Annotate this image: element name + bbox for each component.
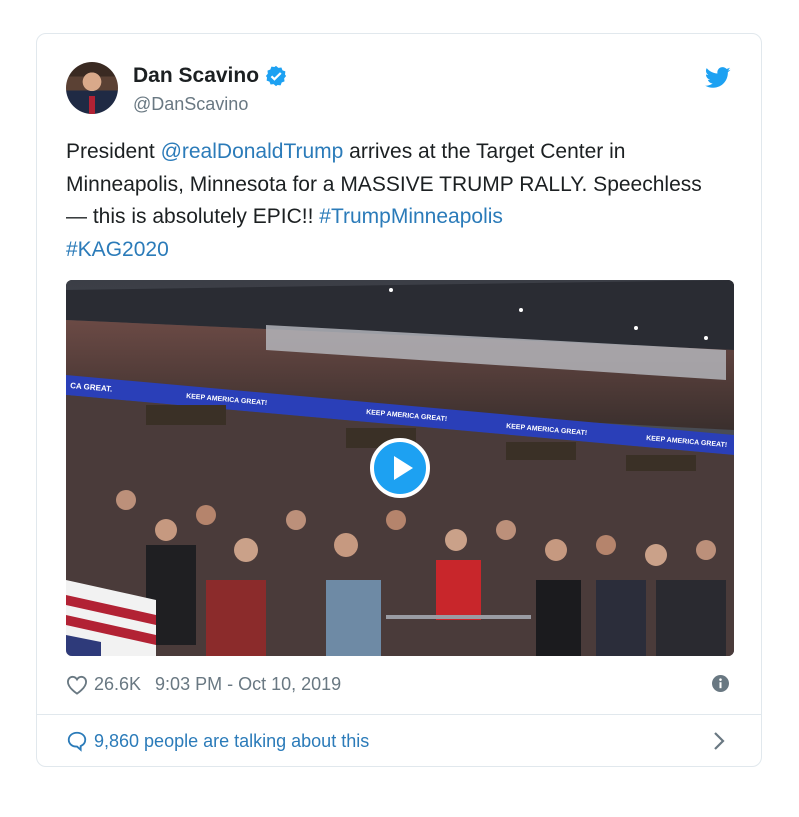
hashtag-link[interactable]: #KAG2020 bbox=[66, 238, 169, 261]
conversation-text: 9,860 people are talking about this bbox=[94, 730, 370, 751]
tweet-text: President @realDonaldTrump arrives at th… bbox=[66, 136, 726, 266]
author-row: Dan Scavino bbox=[133, 64, 287, 88]
conversation-link[interactable]: 9,860 people are talking about this bbox=[66, 730, 369, 752]
divider bbox=[37, 714, 761, 715]
timestamp[interactable]: 9:03 PM - Oct 10, 2019 bbox=[155, 674, 341, 695]
author-name[interactable]: Dan Scavino bbox=[133, 64, 259, 88]
chevron-right-icon[interactable] bbox=[712, 731, 726, 751]
speech-bubble-icon bbox=[67, 731, 87, 752]
tweet-meta: 26.6K 9:03 PM - Oct 10, 2019 bbox=[66, 674, 341, 695]
video-player[interactable]: CA GREAT. KEEP AMERICA GREAT! KEEP AMERI… bbox=[66, 280, 734, 656]
mention-link[interactable]: @realDonaldTrump bbox=[161, 140, 344, 163]
tweet-card: Dan Scavino @DanScavino President @realD… bbox=[36, 33, 762, 767]
heart-icon[interactable] bbox=[66, 675, 88, 695]
twitter-bird-icon[interactable] bbox=[705, 67, 731, 89]
verified-badge-icon bbox=[265, 65, 287, 87]
info-icon[interactable] bbox=[712, 675, 729, 692]
like-count[interactable]: 26.6K bbox=[94, 674, 141, 695]
hashtag-link[interactable]: #TrumpMinneapolis bbox=[319, 205, 503, 228]
play-icon[interactable] bbox=[370, 438, 430, 498]
author-handle[interactable]: @DanScavino bbox=[133, 94, 248, 115]
tweet-text-part: President bbox=[66, 140, 161, 163]
avatar[interactable] bbox=[66, 62, 118, 114]
